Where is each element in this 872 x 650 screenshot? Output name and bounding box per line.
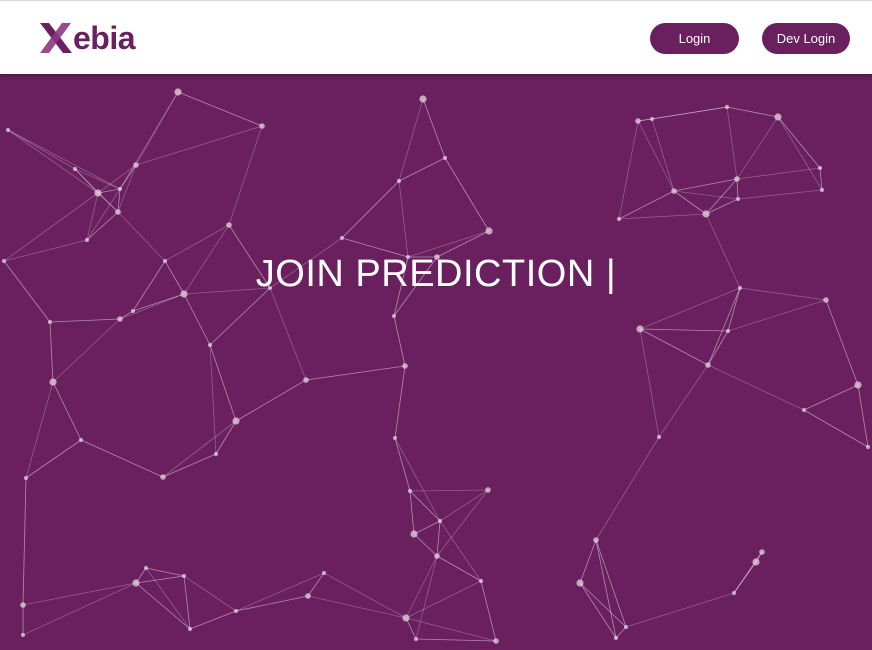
network-node xyxy=(434,553,440,559)
network-node xyxy=(493,638,499,644)
network-node xyxy=(94,189,102,197)
network-node xyxy=(801,407,807,413)
network-node xyxy=(823,297,829,303)
network-node xyxy=(20,632,26,638)
network-node xyxy=(705,362,711,368)
network-node xyxy=(725,328,731,334)
network-node xyxy=(402,614,410,622)
network-node xyxy=(656,434,662,440)
network-node xyxy=(49,378,57,386)
network-node xyxy=(817,165,823,171)
network-node xyxy=(130,308,136,314)
network-node xyxy=(47,319,53,325)
network-node xyxy=(84,237,90,243)
network-node xyxy=(724,104,730,110)
network-node xyxy=(132,579,140,587)
network-node xyxy=(437,518,443,524)
network-node xyxy=(339,235,345,241)
network-node xyxy=(410,530,418,538)
network-node xyxy=(819,187,825,193)
dev-login-button[interactable]: Dev Login xyxy=(762,23,850,54)
network-node xyxy=(5,127,11,133)
xebia-x-icon xyxy=(40,23,72,53)
network-node xyxy=(117,316,123,322)
network-node xyxy=(391,313,397,319)
network-node xyxy=(392,435,398,441)
network-node xyxy=(23,475,29,481)
xebia-logo[interactable]: ebia xyxy=(38,17,136,59)
logo-text: ebia xyxy=(73,20,136,56)
network-node xyxy=(321,570,327,576)
network-node xyxy=(174,88,182,96)
network-node xyxy=(759,549,765,555)
network-node xyxy=(259,123,265,129)
network-node xyxy=(623,624,629,630)
network-node xyxy=(702,210,710,218)
network-node xyxy=(20,602,26,608)
network-node xyxy=(593,537,599,543)
network-node xyxy=(442,155,448,161)
network-node xyxy=(419,95,427,103)
network-node xyxy=(485,487,491,493)
network-node xyxy=(303,377,309,383)
hero-title: JOIN PREDICTION | xyxy=(255,253,617,295)
network-node xyxy=(232,417,240,425)
network-node xyxy=(671,188,677,194)
network-node xyxy=(187,626,193,632)
network-node xyxy=(78,437,84,443)
network-node xyxy=(649,116,655,122)
network-node xyxy=(117,186,123,192)
network-node xyxy=(233,608,239,614)
network-node xyxy=(413,636,419,642)
particle-network-background xyxy=(1,88,871,644)
network-node xyxy=(854,381,862,389)
hero-section: JOIN PREDICTION | xyxy=(0,73,872,650)
network-node xyxy=(576,579,584,587)
network-node xyxy=(160,474,166,480)
network-node xyxy=(213,451,219,457)
network-node xyxy=(181,573,187,579)
network-node xyxy=(478,578,484,584)
network-node xyxy=(734,176,740,182)
network-node xyxy=(731,590,737,596)
network-node xyxy=(485,227,493,235)
network-node xyxy=(72,166,78,172)
network-node xyxy=(396,178,402,184)
network-node xyxy=(115,209,121,215)
network-node xyxy=(143,565,149,571)
login-button[interactable]: Login xyxy=(650,23,739,54)
network-node xyxy=(207,342,213,348)
network-node xyxy=(865,444,871,450)
network-lines xyxy=(3,91,869,642)
network-node xyxy=(305,593,311,599)
network-node xyxy=(226,222,232,228)
network-node xyxy=(636,325,644,333)
network-node xyxy=(613,635,619,641)
network-node xyxy=(752,558,760,566)
network-node xyxy=(133,162,139,168)
network-node xyxy=(616,216,622,222)
network-node xyxy=(635,118,641,124)
network-node xyxy=(774,113,782,121)
network-node xyxy=(402,363,408,369)
network-node xyxy=(407,488,413,494)
top-navbar: ebia Login Dev Login xyxy=(0,0,872,74)
network-node xyxy=(735,196,741,202)
